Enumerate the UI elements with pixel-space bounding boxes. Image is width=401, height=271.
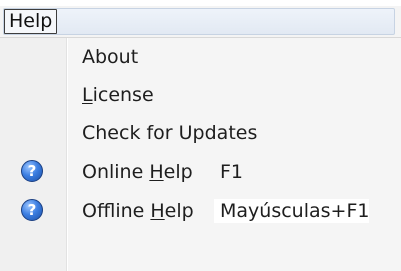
online-help-mnemonic: H <box>149 161 164 183</box>
menu-item-online-help[interactable]: ? Online Help F1 <box>0 153 401 191</box>
help-question-icon: ? <box>21 199 43 221</box>
menu-item-about[interactable]: About <box>0 38 401 76</box>
menu-item-online-help-shortcut: F1 <box>220 161 244 183</box>
menu-bar: Help <box>0 0 401 38</box>
menu-item-license[interactable]: License <box>0 76 401 114</box>
menu-item-license-label: License <box>82 84 154 106</box>
help-question-icon: ? <box>21 160 43 182</box>
help-menu-tab-label: Help <box>9 10 53 32</box>
offline-help-mnemonic: H <box>150 200 165 222</box>
menu-item-about-label: About <box>82 46 139 68</box>
menu-item-offline-help-label: Offline Help <box>82 200 194 222</box>
menu-bar-strip: Help <box>3 8 395 35</box>
menu-item-check-for-updates-label: Check for Updates <box>82 122 258 144</box>
menu-item-offline-help-shortcut: Mayúsculas+F1 <box>214 199 370 223</box>
menu-item-offline-help[interactable]: ? Offline Help Mayúsculas+F1 <box>0 192 401 230</box>
menu-item-online-help-label: Online Help <box>82 161 193 183</box>
license-mnemonic: L <box>82 84 93 106</box>
help-dropdown-menu: About License Check for Updates ? Online… <box>0 38 401 271</box>
menu-bar-top-rule <box>0 0 401 6</box>
menu-item-check-for-updates[interactable]: Check for Updates <box>0 114 401 152</box>
help-menu-tab[interactable]: Help <box>4 9 58 34</box>
